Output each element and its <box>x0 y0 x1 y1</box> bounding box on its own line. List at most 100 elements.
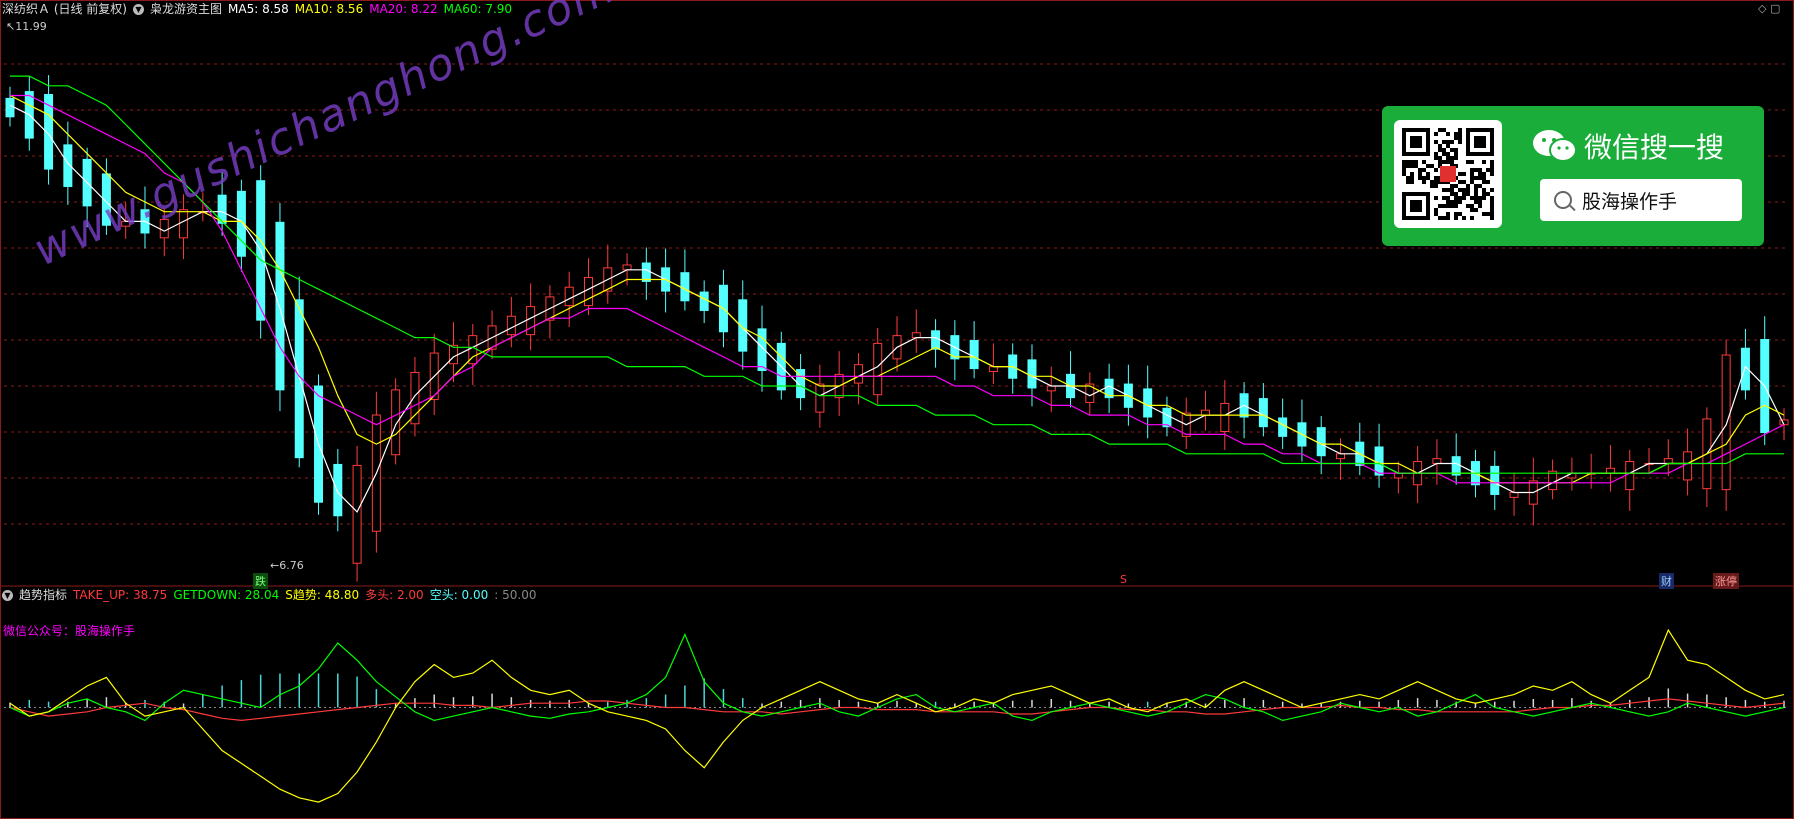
qr-module <box>1434 152 1438 156</box>
qr-module <box>1458 140 1462 144</box>
qr-module <box>1454 184 1458 188</box>
qr-module <box>1446 140 1450 144</box>
qr-module <box>1454 156 1458 160</box>
qr-module <box>1450 184 1454 188</box>
qr-module <box>1440 166 1456 182</box>
qr-module <box>1450 160 1454 164</box>
qr-module <box>1418 172 1422 176</box>
qr-module <box>1446 212 1450 216</box>
qr-module <box>1482 188 1486 192</box>
qr-module <box>1490 160 1494 164</box>
qr-module <box>1402 172 1406 176</box>
qr-module <box>1470 160 1474 164</box>
candle-body <box>410 371 420 425</box>
qr-module <box>1434 212 1438 216</box>
low-price-value: 6.76 <box>279 559 304 572</box>
qr-module <box>1410 160 1414 164</box>
candle-body <box>680 272 690 302</box>
qr-module <box>1438 204 1442 208</box>
qr-module <box>1458 172 1462 176</box>
qr-module <box>1474 184 1478 188</box>
qr-module <box>1434 176 1438 180</box>
candle-body <box>1046 385 1056 392</box>
candle-body <box>853 364 863 384</box>
qr-module <box>1466 192 1470 196</box>
qr-module <box>1474 168 1478 172</box>
qr-module <box>1422 180 1426 184</box>
candle-body <box>1721 354 1731 491</box>
qr-module <box>1450 200 1454 204</box>
qr-module <box>1470 180 1474 184</box>
qr-code-icon[interactable] <box>1394 120 1502 228</box>
candle-body <box>1548 470 1558 491</box>
candle-body <box>1605 467 1615 474</box>
candle-body <box>641 262 651 282</box>
candle-body <box>622 264 632 271</box>
qr-module <box>1470 176 1474 180</box>
qr-module <box>1490 164 1494 168</box>
candle-body <box>275 221 285 391</box>
qr-module <box>1462 216 1466 220</box>
candle-body <box>1201 409 1211 416</box>
qr-module <box>1446 160 1450 164</box>
qr-module <box>1442 216 1446 220</box>
qr-module <box>1482 212 1486 216</box>
candle-body <box>815 383 825 413</box>
candle-body <box>1374 446 1384 476</box>
qr-module <box>1442 140 1446 144</box>
qr-module <box>1470 196 1474 200</box>
qr-module <box>1490 168 1494 172</box>
qr-module <box>1426 172 1430 176</box>
qr-module <box>1462 172 1466 176</box>
qr-module <box>1406 160 1410 164</box>
qr-module <box>1442 160 1446 164</box>
qr-module <box>1446 200 1450 204</box>
wechat-title: 微信搜一搜 <box>1532 126 1724 166</box>
candle-body <box>1567 472 1577 479</box>
candle-body <box>333 463 343 517</box>
qr-module <box>1474 200 1478 204</box>
qr-module <box>1486 212 1490 216</box>
qr-module <box>1490 212 1494 216</box>
candle-body <box>911 332 921 339</box>
qr-module <box>1482 192 1486 196</box>
qr-module <box>1478 196 1482 200</box>
qr-module <box>1474 176 1478 180</box>
qr-module <box>1478 168 1482 172</box>
qr-module <box>1470 208 1474 212</box>
qr-module <box>1446 144 1450 148</box>
qr-module <box>1486 168 1490 172</box>
candle-body <box>1393 472 1403 479</box>
qr-module <box>1434 196 1438 200</box>
qr-module <box>1470 172 1474 176</box>
qr-module <box>1482 180 1486 184</box>
qr-module <box>1414 160 1418 164</box>
qr-module <box>1478 184 1482 188</box>
qr-module <box>1450 188 1454 192</box>
wechat-promo-panel[interactable]: 微信搜一搜 股海操作手 <box>1382 106 1764 246</box>
qr-module <box>1450 148 1454 152</box>
qr-module <box>1454 212 1458 216</box>
candle-body <box>1451 456 1461 476</box>
candle-body <box>1278 417 1288 437</box>
qr-module <box>1482 172 1486 176</box>
qr-module <box>1410 176 1414 180</box>
candle-body <box>1663 458 1673 464</box>
qr-module <box>1466 184 1470 188</box>
wechat-search-box[interactable]: 股海操作手 <box>1540 179 1742 221</box>
qr-module <box>1434 140 1438 144</box>
qr-module <box>1438 216 1442 220</box>
qr-module <box>1442 188 1446 192</box>
qr-module <box>1478 204 1482 208</box>
qr-module <box>1446 204 1450 208</box>
qr-module <box>1454 216 1458 220</box>
qr-module <box>1442 196 1446 200</box>
qr-module <box>1430 184 1434 188</box>
qr-module <box>1450 192 1454 196</box>
qr-module <box>1434 168 1438 172</box>
candle-body <box>564 286 574 307</box>
candle-body <box>1509 492 1519 498</box>
qr-module <box>1478 200 1482 204</box>
qr-module <box>1466 188 1470 192</box>
qr-module <box>1426 176 1430 180</box>
